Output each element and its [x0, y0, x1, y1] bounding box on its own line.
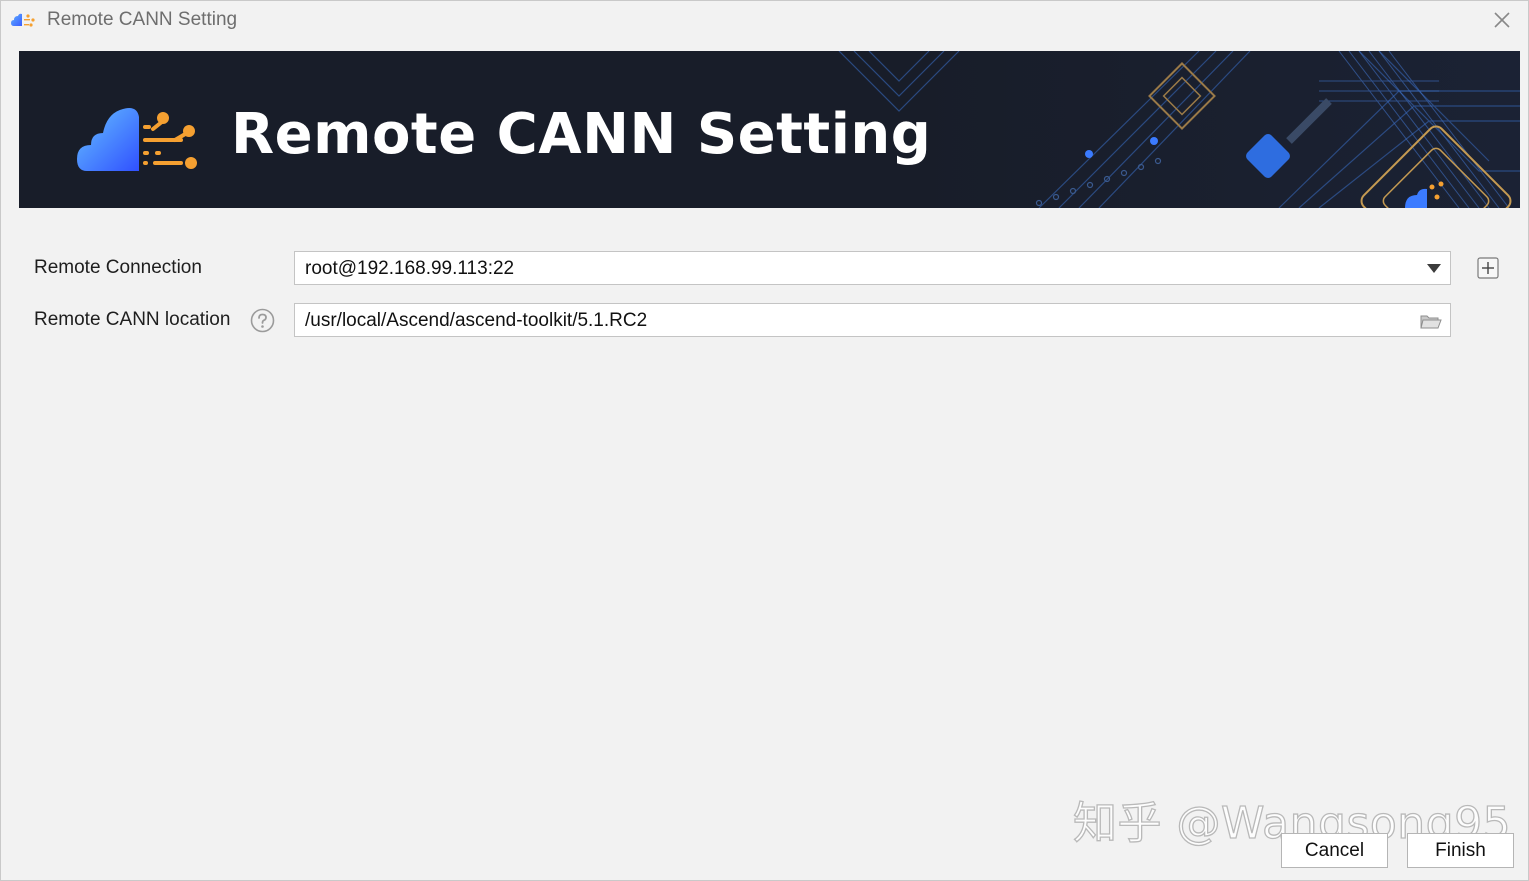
cann-logo-icon — [77, 108, 197, 171]
remote-connection-value: root@192.168.99.113:22 — [305, 258, 515, 279]
remote-cann-setting-dialog: Remote CANN Setting Remote CANN Setting … — [0, 0, 1529, 881]
close-icon[interactable] — [1489, 7, 1515, 33]
remote-cann-location-value: /usr/local/Ascend/ascend-toolkit/5.1.RC2 — [305, 310, 648, 331]
header-banner: Remote CANN Setting — [19, 51, 1520, 208]
help-circle-icon[interactable] — [250, 308, 275, 333]
folder-open-icon[interactable] — [1420, 313, 1442, 330]
remote-connection-label: Remote Connection — [34, 257, 202, 278]
chevron-down-icon[interactable] — [1427, 264, 1441, 273]
remote-cann-location-label: Remote CANN location — [34, 309, 231, 330]
remote-connection-select[interactable]: root@192.168.99.113:22 — [294, 251, 1451, 285]
remote-cann-location-input[interactable]: /usr/local/Ascend/ascend-toolkit/5.1.RC2 — [294, 303, 1451, 337]
plus-box-icon[interactable] — [1477, 257, 1499, 279]
window-title: Remote CANN Setting — [47, 9, 238, 30]
finish-button[interactable]: Finish — [1407, 833, 1514, 868]
banner-title: Remote CANN Setting — [231, 102, 932, 167]
cann-cloud-icon — [11, 13, 35, 27]
title-bar: Remote CANN Setting — [1, 1, 1528, 41]
cancel-button[interactable]: Cancel — [1281, 833, 1388, 868]
